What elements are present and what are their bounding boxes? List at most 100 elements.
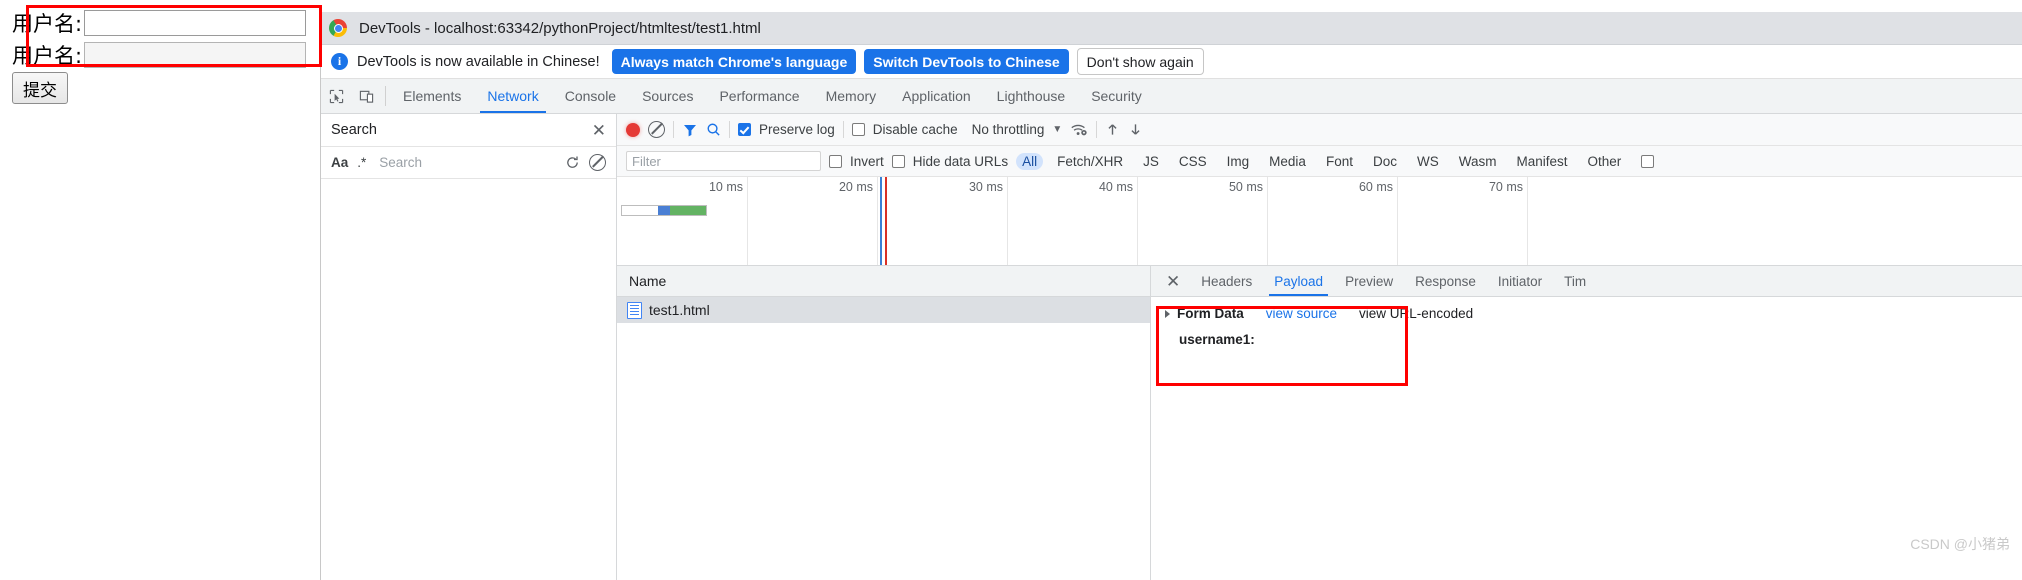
- timeline-tick-10ms: 10 ms: [617, 177, 748, 265]
- timeline-tick-70ms: 70 ms: [1397, 177, 1528, 265]
- close-icon[interactable]: ✕: [592, 122, 606, 139]
- timeline-tick-50ms: 50 ms: [1137, 177, 1268, 265]
- refresh-icon[interactable]: [565, 155, 580, 170]
- tab-console[interactable]: Console: [552, 79, 629, 113]
- tab-application[interactable]: Application: [889, 79, 984, 113]
- timeline-tick-40ms: 40 ms: [1007, 177, 1138, 265]
- tab-security[interactable]: Security: [1078, 79, 1155, 113]
- overview-segment-waiting: [622, 206, 658, 215]
- form-data-entry: username1:: [1179, 332, 1255, 347]
- type-chip-ws[interactable]: WS: [1411, 153, 1445, 170]
- clear-search-icon[interactable]: [589, 154, 606, 171]
- tab-network[interactable]: Network: [474, 79, 551, 113]
- tab-memory[interactable]: Memory: [813, 79, 890, 113]
- cursor-box-icon: [329, 89, 343, 103]
- username2-input[interactable]: [84, 42, 307, 68]
- chevron-down-icon[interactable]: ▼: [1052, 124, 1062, 135]
- form-row-2: 用户名:: [12, 40, 307, 70]
- switch-to-chinese-button[interactable]: Switch DevTools to Chinese: [864, 49, 1069, 74]
- search-icon[interactable]: [706, 122, 721, 137]
- record-icon[interactable]: [626, 122, 640, 137]
- type-chip-fetch-xhr[interactable]: Fetch/XHR: [1051, 153, 1129, 170]
- devtools-tab-bar: Elements Network Console Sources Perform…: [321, 79, 2022, 114]
- hide-data-urls-checkbox[interactable]: [891, 154, 905, 168]
- domcontentloaded-marker: [880, 177, 882, 265]
- network-conditions-icon[interactable]: [1070, 122, 1088, 137]
- filter-icon[interactable]: [682, 122, 698, 138]
- type-chip-all[interactable]: All: [1016, 152, 1044, 170]
- export-har-icon[interactable]: [1128, 122, 1143, 137]
- language-notification-banner: i DevTools is now available in Chinese! …: [321, 45, 2022, 79]
- preserve-log-checkbox[interactable]: [738, 123, 751, 136]
- type-chip-other[interactable]: Other: [1582, 153, 1628, 170]
- type-chip-font[interactable]: Font: [1320, 153, 1359, 170]
- tab-lighthouse-label: Lighthouse: [996, 88, 1066, 104]
- detail-tab-response[interactable]: Response: [1405, 266, 1486, 296]
- tab-application-label: Application: [902, 88, 971, 104]
- detail-tab-initiator-label: Initiator: [1497, 273, 1543, 289]
- detail-tab-initiator[interactable]: Initiator: [1488, 266, 1552, 296]
- tab-performance[interactable]: Performance: [706, 79, 812, 113]
- request-detail-panel: ✕ Headers Payload Preview Response Initi…: [1151, 266, 2022, 580]
- type-chip-img[interactable]: Img: [1221, 153, 1256, 170]
- watermark: CSDN @小猪弟: [1910, 536, 2010, 552]
- timeline-tick-20ms: 20 ms: [747, 177, 878, 265]
- detail-tab-payload[interactable]: Payload: [1264, 266, 1333, 296]
- tab-elements-label: Elements: [403, 88, 462, 104]
- network-overview-timeline[interactable]: 10 ms 20 ms 30 ms 40 ms 50 ms 60 ms 70 m…: [617, 177, 2022, 266]
- throttling-value[interactable]: No throttling: [972, 122, 1045, 137]
- import-har-icon[interactable]: [1105, 122, 1120, 137]
- form-data-title[interactable]: Form Data: [1165, 306, 1244, 321]
- devtools-body: Search ✕ Aa .* Search Preserve log Disab…: [321, 114, 2022, 580]
- view-source-link[interactable]: view source: [1266, 306, 1337, 321]
- detail-tab-headers[interactable]: Headers: [1191, 266, 1262, 296]
- type-chip-css[interactable]: CSS: [1173, 153, 1213, 170]
- type-chip-doc[interactable]: Doc: [1367, 153, 1403, 170]
- detail-tab-timing[interactable]: Tim: [1554, 266, 1596, 296]
- disable-cache-checkbox[interactable]: [851, 123, 865, 136]
- toolbar-divider-3: [842, 121, 844, 138]
- table-row[interactable]: test1.html: [617, 297, 1150, 323]
- type-chip-js[interactable]: JS: [1137, 153, 1165, 170]
- tab-performance-label: Performance: [719, 88, 800, 104]
- tab-sources[interactable]: Sources: [629, 79, 706, 113]
- view-url-encoded-link[interactable]: view URL-encoded: [1359, 306, 1473, 321]
- close-detail-icon[interactable]: ✕: [1157, 273, 1189, 290]
- overview-request-bar: [621, 205, 707, 216]
- banner-message: DevTools is now available in Chinese!: [357, 53, 600, 70]
- type-chip-media[interactable]: Media: [1263, 153, 1312, 170]
- regex-icon[interactable]: .*: [357, 155, 366, 170]
- search-results-area: [321, 179, 616, 580]
- load-event-marker: [885, 177, 887, 265]
- invert-checkbox[interactable]: [829, 154, 842, 168]
- tab-console-label: Console: [564, 88, 617, 104]
- timeline-tick-label: 70 ms: [1488, 180, 1523, 194]
- tab-security-label: Security: [1091, 88, 1142, 104]
- tab-lighthouse[interactable]: Lighthouse: [984, 79, 1079, 113]
- submit-button[interactable]: 提交: [12, 72, 68, 104]
- payload-body: Form Data view source view URL-encoded u…: [1151, 297, 2022, 580]
- has-blocked-cookies-checkbox[interactable]: [1641, 154, 1655, 168]
- preserve-log-label: Preserve log: [759, 122, 835, 137]
- search-input[interactable]: Search: [375, 155, 556, 170]
- tab-elements[interactable]: Elements: [390, 79, 474, 113]
- inspect-element-icon[interactable]: [321, 79, 351, 113]
- type-chip-manifest[interactable]: Manifest: [1510, 153, 1573, 170]
- column-name-label: Name: [629, 273, 667, 289]
- clear-network-icon[interactable]: [648, 121, 665, 138]
- tabbar-divider: [385, 86, 386, 106]
- network-filter-bar: Filter Invert Hide data URLs All Fetch/X…: [617, 146, 2022, 177]
- filter-input[interactable]: Filter: [626, 151, 821, 171]
- device-toolbar-icon[interactable]: [351, 79, 381, 113]
- dont-show-again-button[interactable]: Don't show again: [1076, 48, 1204, 75]
- always-match-language-button[interactable]: Always match Chrome's language: [611, 49, 857, 74]
- username1-input[interactable]: [84, 10, 307, 36]
- type-chip-wasm[interactable]: Wasm: [1453, 153, 1503, 170]
- match-case-icon[interactable]: Aa: [331, 155, 348, 170]
- requests-list: Name test1.html: [617, 266, 1151, 580]
- detail-tab-timing-label: Tim: [1564, 273, 1587, 289]
- requests-column-header[interactable]: Name: [617, 266, 1150, 297]
- timeline-tick-label: 30 ms: [968, 180, 1003, 194]
- timeline-tick-30ms: 30 ms: [877, 177, 1008, 265]
- detail-tab-preview[interactable]: Preview: [1335, 266, 1403, 296]
